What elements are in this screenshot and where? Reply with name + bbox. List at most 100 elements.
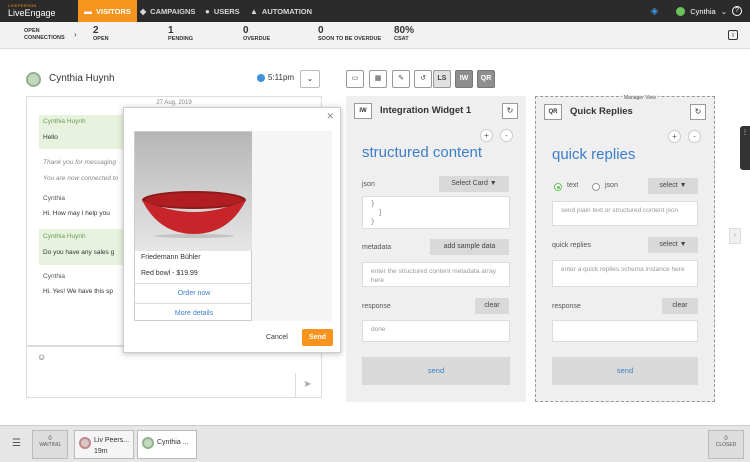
send-button[interactable]: send — [552, 357, 698, 385]
online-status-icon — [676, 6, 686, 16]
chevron-right-icon[interactable]: › — [729, 228, 741, 244]
chevron-right-icon[interactable]: › — [74, 30, 77, 39]
visitor-name: Cynthia Huynh — [49, 73, 115, 84]
widget-heading: quick replies — [552, 146, 636, 163]
user-menu[interactable]: ◈ Cynthia ⌄ ? — [651, 0, 742, 22]
message-text: Do you have any sales g — [43, 249, 115, 256]
send-button[interactable]: Send — [302, 329, 333, 346]
json-editor[interactable]: } ] } — [362, 196, 510, 229]
card-title: Friedemann Bühler — [141, 254, 201, 261]
product-image — [135, 132, 253, 251]
closed-tab[interactable]: 0 CLOSED — [708, 430, 744, 459]
order-now-button[interactable]: Order now — [135, 283, 253, 303]
user-name: Cynthia — [690, 6, 716, 16]
message-sender: Cynthia — [43, 195, 66, 202]
close-icon[interactable]: ✕ — [326, 111, 334, 122]
toolbar-grid-icon[interactable]: ▦ — [369, 70, 387, 88]
refresh-icon[interactable]: ↻ — [502, 103, 518, 119]
chevron-down-icon: ⌄ — [306, 74, 314, 83]
chat-bubble-icon: ▬ — [84, 6, 92, 16]
response-output — [552, 320, 698, 342]
user-icon: ● — [205, 6, 210, 16]
nav-tab-automation[interactable]: ▲ AUTOMATION — [250, 0, 312, 22]
toolbar-qr-button[interactable]: QR — [477, 70, 495, 88]
select-dropdown[interactable]: select ▼ — [648, 178, 698, 194]
chat-time: 5:11pm — [268, 73, 295, 82]
minus-icon[interactable]: - — [500, 129, 513, 142]
quick-replies-input[interactable]: enter a quick replies schema instance he… — [552, 260, 698, 287]
integration-widget: IW Integration Widget 1 ↻ + - structured… — [346, 96, 526, 402]
send-button[interactable]: send — [362, 357, 510, 385]
quick-replies-label: quick replies — [552, 242, 591, 249]
widget-heading: structured content — [362, 144, 483, 161]
radio-json[interactable] — [592, 183, 600, 191]
info-icon[interactable]: i — [728, 30, 738, 40]
chevron-down-icon: ⌄ — [720, 6, 727, 16]
nav-tab-campaigns[interactable]: ◆ CAMPAIGNS — [140, 0, 195, 22]
stats-bar: OPEN CONNECTIONS › 2 OPEN 1 PENDING 0 OVERDU… — [0, 22, 750, 49]
clear-button[interactable]: clear — [475, 298, 509, 314]
layers-icon[interactable]: ◈ — [651, 6, 659, 17]
verified-icon — [257, 74, 265, 82]
emoji-icon[interactable]: ☺ — [37, 352, 46, 362]
hamburger-icon[interactable]: ☰ — [12, 438, 21, 449]
add-sample-data-button[interactable]: add sample data — [430, 239, 509, 255]
metadata-label: metadata — [362, 244, 392, 251]
message-sender: Cynthia Huynh — [43, 118, 86, 125]
plus-icon[interactable]: + — [480, 129, 493, 142]
select-card-dropdown[interactable]: Select Card ▼ — [439, 176, 509, 192]
chat-header: Cynthia Huynh 5:11pm ⌄ — [26, 70, 322, 92]
toolbar-history-icon[interactable]: ↺ — [414, 70, 432, 88]
toolbar-edit-icon[interactable]: ✎ — [392, 70, 410, 88]
more-details-button[interactable]: More details — [135, 303, 253, 323]
nav-tab-users[interactable]: ● USERS — [205, 0, 240, 22]
system-message: Thank you for messaging — [43, 159, 116, 166]
message-text: Hi. Yes! We have this sp — [43, 288, 113, 295]
clear-button[interactable]: clear — [662, 298, 698, 314]
minus-icon[interactable]: - — [688, 130, 701, 143]
stat-csat: 80% CSAT — [394, 25, 415, 42]
response-output: done — [362, 320, 510, 342]
red-bowl-image — [142, 191, 246, 238]
top-nav: LIVEPERSON LiveEngage ▬ VISITORS ◆ CAMPA… — [0, 0, 750, 22]
message-input[interactable]: send plain text or structured content js… — [552, 201, 698, 226]
toolbar-iw-button[interactable]: IW — [455, 70, 473, 88]
response-label: response — [362, 303, 391, 310]
metadata-input[interactable]: enter the structured content metadata ar… — [362, 262, 510, 287]
message-sender: Cynthia — [43, 273, 66, 280]
bottom-bar: ☰ 0 WAITING Liv Peers... 19m Cynthia ...… — [0, 425, 750, 462]
stat-pending: 1 PENDING — [168, 25, 194, 42]
toolbar-card-icon[interactable]: ▭ — [346, 70, 364, 88]
radio-text[interactable] — [554, 183, 562, 191]
toolbar-ls-button[interactable]: LS — [433, 70, 451, 88]
send-arrow-icon[interactable]: ➤ — [295, 373, 319, 397]
message-text: Hello — [43, 134, 58, 141]
avatar — [142, 437, 154, 449]
message-text: Hi. How may I help you — [43, 210, 110, 217]
nav-tab-visitors[interactable]: ▬ VISITORS — [78, 0, 137, 22]
widget-icon: QR — [544, 104, 562, 120]
cancel-button[interactable]: Cancel — [266, 334, 288, 341]
card-subtitle: Red bowl - $19.99 — [141, 270, 198, 277]
plus-icon[interactable]: + — [668, 130, 681, 143]
tag-icon: ◆ — [140, 6, 147, 16]
stat-soon-overdue: 0 SOON TO BE OVERDUE — [318, 25, 382, 42]
liveengage-logo[interactable]: LIVEPERSON LiveEngage — [8, 3, 68, 20]
message-composer[interactable]: ☺ ➤ — [26, 346, 322, 398]
waiting-tab[interactable]: 0 WAITING — [32, 430, 68, 459]
message-sender: Cynthia Huynh — [43, 233, 86, 240]
widget-title: Quick Replies — [570, 106, 633, 117]
quick-replies-select-dropdown[interactable]: select ▼ — [648, 237, 698, 253]
open-connections-label: OPEN CONNECTIONS — [24, 28, 65, 41]
widget-title: Integration Widget 1 — [380, 105, 472, 116]
stat-open: 2 OPEN — [93, 25, 109, 42]
avatar — [26, 72, 41, 87]
conversation-tab-active[interactable]: Cynthia ... — [137, 430, 197, 459]
date-separator: 27 Aug, 2019 — [156, 100, 192, 106]
help-icon[interactable]: ? — [732, 6, 742, 16]
stat-overdue: 0 OVERDUE — [243, 25, 271, 42]
refresh-icon[interactable]: ↻ — [690, 104, 706, 120]
chat-options-dropdown[interactable]: ⌄ — [300, 70, 320, 88]
conversation-tab[interactable]: Liv Peers... 19m — [74, 430, 134, 459]
side-dock-handle[interactable]: ⋮ — [740, 126, 750, 170]
